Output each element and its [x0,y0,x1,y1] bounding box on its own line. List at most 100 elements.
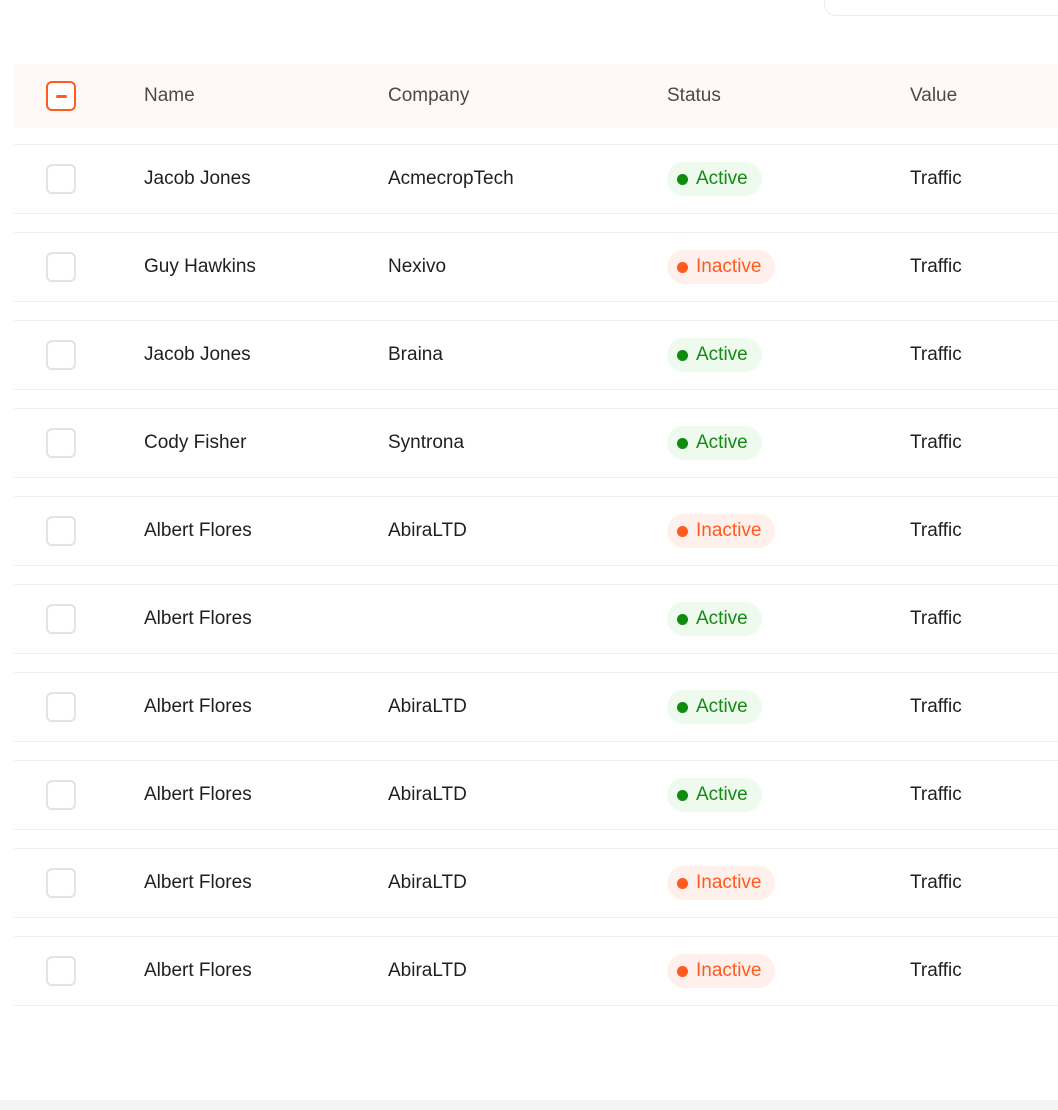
row-checkbox[interactable] [46,604,76,634]
bottom-scrollbar[interactable] [0,1100,1058,1110]
status-badge: Inactive [667,954,776,988]
status-cell: Inactive [667,233,776,301]
company-cell: AcmecropTech [388,168,514,189]
row-select-cell [46,585,76,653]
select-all-cell [46,64,76,128]
column-header-value[interactable]: Value [910,64,957,128]
company-cell: Braina [388,344,443,365]
name-cell: Jacob Jones [144,344,251,365]
status-label: Inactive [696,960,762,981]
column-header-name[interactable]: Name [144,64,195,128]
name-cell: Guy Hawkins [144,256,256,277]
status-cell: Active [667,761,762,829]
row-checkbox[interactable] [46,780,76,810]
value-cell: Traffic [910,960,962,981]
status-cell: Active [667,145,762,213]
row-checkbox[interactable] [46,868,76,898]
name-cell: Albert Flores [144,960,252,981]
row-select-cell [46,409,76,477]
status-dot-icon [677,613,688,625]
company-cell: AbiraLTD [388,696,467,717]
status-cell: Active [667,409,762,477]
column-header-status[interactable]: Status [667,64,721,128]
name-cell: Cody Fisher [144,432,247,453]
table-row[interactable]: Guy Hawkins Nexivo Inactive Traffic [14,232,1058,302]
row-select-cell [46,849,76,917]
status-badge: Inactive [667,866,776,900]
row-checkbox[interactable] [46,428,76,458]
status-dot-icon [677,437,688,449]
name-cell: Albert Flores [144,872,252,893]
name-cell: Jacob Jones [144,168,251,189]
status-cell: Inactive [667,849,776,917]
table-body: Jacob Jones AcmecropTech Active Traffic … [14,144,1058,1006]
status-dot-icon [677,701,688,713]
row-select-cell [46,497,76,565]
value-cell: Traffic [910,256,962,277]
status-cell: Active [667,585,762,653]
status-badge: Inactive [667,514,776,548]
name-cell: Albert Flores [144,696,252,717]
search-input[interactable] [824,0,1058,16]
status-dot-icon [677,261,688,273]
name-cell: Albert Flores [144,520,252,541]
status-label: Inactive [696,520,762,541]
company-cell: AbiraLTD [388,784,467,805]
table-row[interactable]: Cody Fisher Syntrona Active Traffic [14,408,1058,478]
row-checkbox[interactable] [46,164,76,194]
value-cell: Traffic [910,168,962,189]
company-cell: Syntrona [388,432,465,453]
status-dot-icon [677,525,688,537]
status-cell: Inactive [667,937,776,1005]
value-cell: Traffic [910,432,962,453]
status-label: Active [696,608,748,629]
row-checkbox[interactable] [46,692,76,722]
row-checkbox[interactable] [46,956,76,986]
value-cell: Traffic [910,696,962,717]
status-label: Active [696,168,748,189]
status-dot-icon [677,789,688,801]
status-dot-icon [677,965,688,977]
column-header-company[interactable]: Company [388,64,469,128]
status-badge: Active [667,338,762,372]
row-select-cell [46,233,76,301]
table-row[interactable]: Albert Flores AbiraLTD Inactive Traffic [14,848,1058,918]
select-all-checkbox[interactable] [46,81,76,111]
row-checkbox[interactable] [46,516,76,546]
status-badge: Active [667,602,762,636]
status-label: Inactive [696,256,762,277]
row-select-cell [46,761,76,829]
row-checkbox[interactable] [46,252,76,282]
status-badge: Active [667,690,762,724]
status-dot-icon [677,173,688,185]
data-table: Name Company Status Value Jacob Jones Ac… [14,64,1058,1024]
row-select-cell [46,145,76,213]
value-cell: Traffic [910,784,962,805]
row-checkbox[interactable] [46,340,76,370]
table-row[interactable]: Albert Flores AbiraLTD Inactive Traffic [14,496,1058,566]
status-label: Active [696,696,748,717]
table-row[interactable]: Albert Flores AbiraLTD Active Traffic [14,760,1058,830]
table-row[interactable]: Jacob Jones AcmecropTech Active Traffic [14,144,1058,214]
row-select-cell [46,673,76,741]
table-row[interactable]: Albert Flores Active Traffic [14,584,1058,654]
name-cell: Albert Flores [144,784,252,805]
page: Name Company Status Value Jacob Jones Ac… [0,0,1058,1110]
status-badge: Active [667,778,762,812]
status-label: Inactive [696,872,762,893]
status-label: Active [696,432,748,453]
company-cell: AbiraLTD [388,520,467,541]
company-cell: AbiraLTD [388,960,467,981]
status-label: Active [696,784,748,805]
status-cell: Active [667,673,762,741]
table-row[interactable]: Albert Flores AbiraLTD Inactive Traffic [14,936,1058,1006]
value-cell: Traffic [910,608,962,629]
name-cell: Albert Flores [144,608,252,629]
status-dot-icon [677,349,688,361]
value-cell: Traffic [910,520,962,541]
table-row[interactable]: Jacob Jones Braina Active Traffic [14,320,1058,390]
status-label: Active [696,344,748,365]
table-row[interactable]: Albert Flores AbiraLTD Active Traffic [14,672,1058,742]
company-cell: Nexivo [388,256,447,277]
row-select-cell [46,321,76,389]
